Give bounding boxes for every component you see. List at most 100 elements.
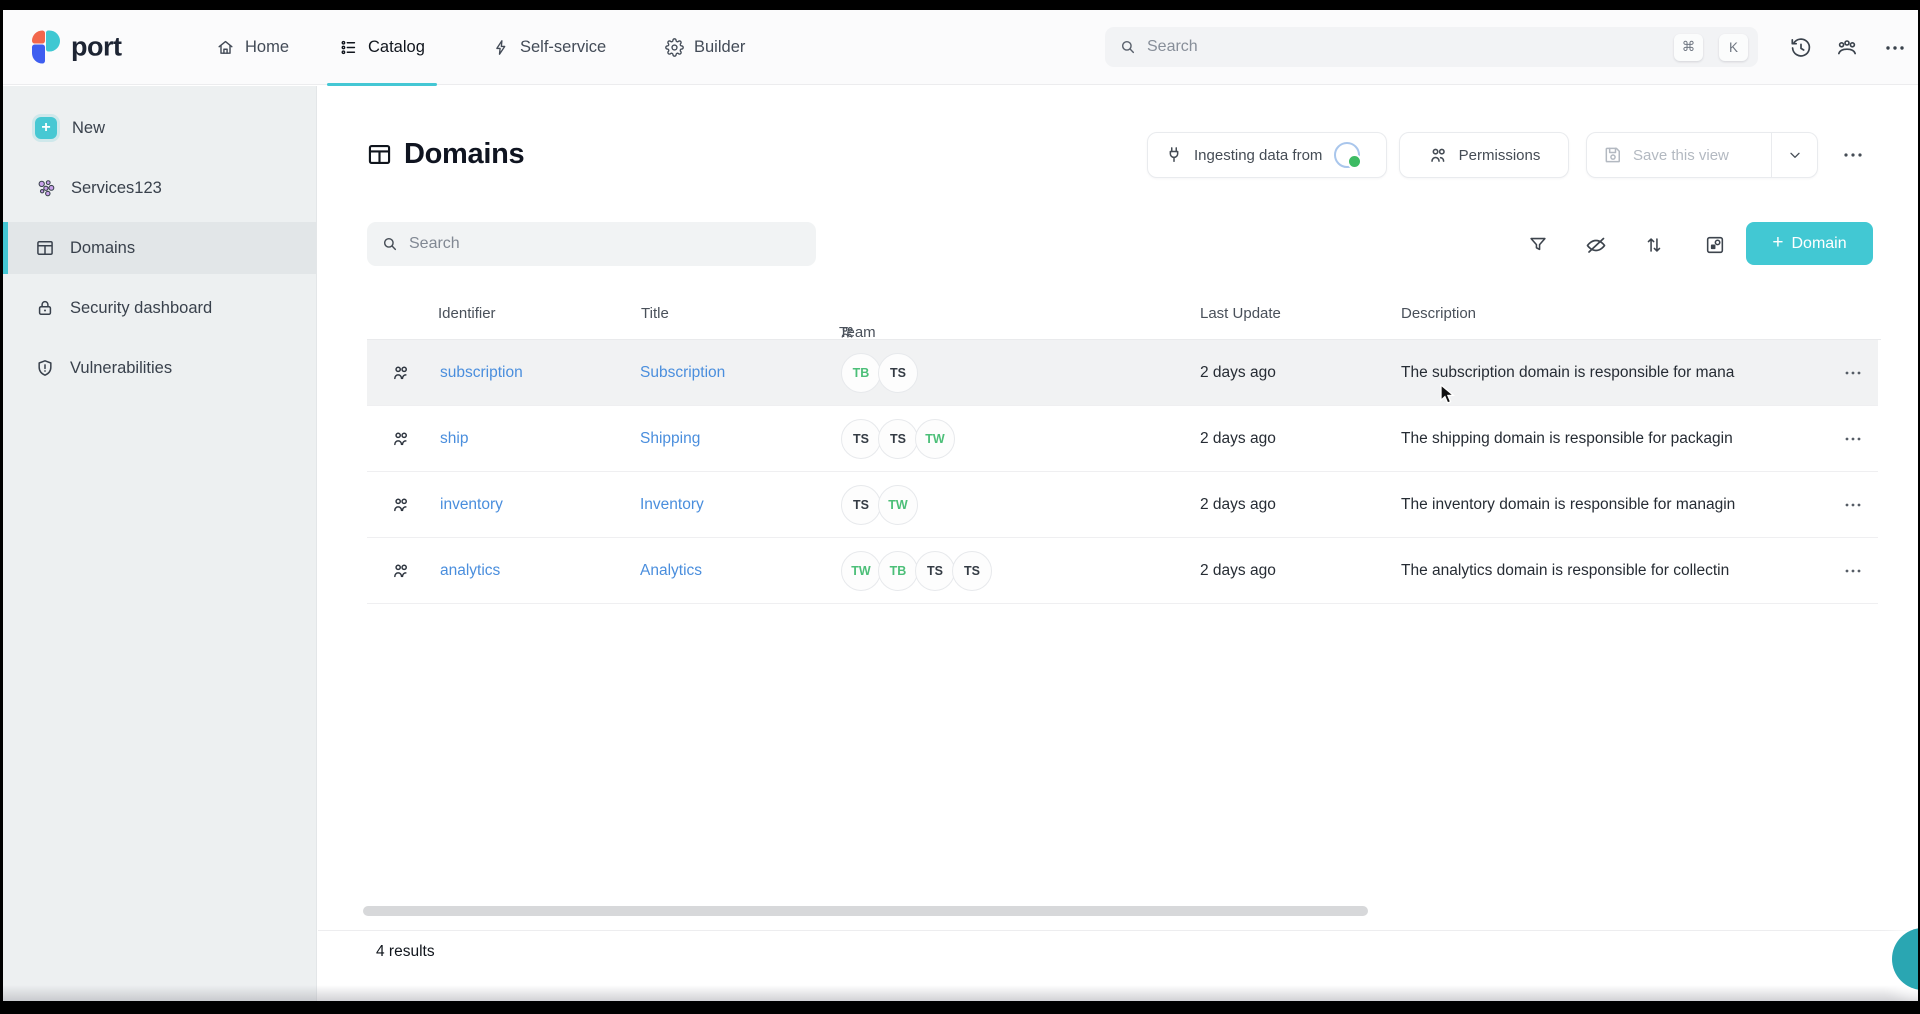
sidebar: + New Services123 Domains [3,86,317,1001]
more-icon [1844,367,1862,379]
nav-catalog[interactable]: Catalog [339,10,425,85]
group-by-button[interactable] [1701,231,1729,259]
nav-home[interactable]: Home [216,10,289,85]
organization-icon[interactable] [1835,36,1859,60]
team-badge[interactable]: TW [878,485,918,525]
last-update-cell: 2 days ago [1200,364,1276,382]
plug-icon [1164,145,1184,165]
table-row[interactable]: inventory Inventory TS TW 2 days ago The… [367,472,1878,538]
horizontal-scrollbar[interactable] [363,906,1368,916]
logo-text: port [71,32,121,63]
nav-self-service[interactable]: Self-service [492,10,606,85]
last-update-cell: 2 days ago [1200,496,1276,514]
add-domain-label: Domain [1791,235,1846,253]
results-count: 4 results [376,943,435,961]
more-icon[interactable] [1884,41,1908,65]
history-icon[interactable] [1789,36,1813,60]
table-grid-icon [35,238,55,258]
global-search-input[interactable] [1147,38,1658,56]
row-more-button[interactable] [1835,358,1871,388]
column-header-title[interactable]: Title [641,305,669,322]
team-badge[interactable]: TS [952,551,992,591]
group-by-icon [1704,234,1726,256]
group-icon [391,429,411,449]
lock-icon [35,298,55,318]
team-badge[interactable]: TB [841,353,881,393]
sort-button[interactable] [1640,231,1668,259]
sidebar-item-label: Domains [70,239,135,258]
ingesting-data-label: Ingesting data from [1194,147,1322,164]
column-header-last-update[interactable]: Last Update [1200,305,1281,322]
more-icon [1844,565,1862,577]
row-more-button[interactable] [1835,556,1871,586]
sidebar-item-new[interactable]: + New [3,102,316,154]
nav-catalog-label: Catalog [368,38,425,57]
team-badge[interactable]: TS [878,353,918,393]
sidebar-item-vulnerabilities[interactable]: Vulnerabilities [3,342,316,394]
title-link[interactable]: Subscription [640,364,725,382]
page-header: Domains [366,138,524,171]
save-icon [1603,145,1623,165]
nav-builder-label: Builder [694,38,745,57]
eye-slash-icon [1584,233,1608,257]
sidebar-item-domains[interactable]: Domains [3,222,316,274]
window-bottom-shadow [3,985,1918,1001]
search-icon [1119,38,1137,56]
table-search-input[interactable] [409,235,802,253]
team-badge[interactable]: TW [915,419,955,459]
group-icon [391,561,411,581]
nav-builder[interactable]: Builder [665,10,745,85]
table-grid-icon [366,141,393,168]
nav-self-service-label: Self-service [520,38,606,57]
team-badges: TB TS [841,353,918,393]
sidebar-item-label: New [72,119,105,138]
permissions-label: Permissions [1459,147,1541,164]
table-row[interactable]: subscription Subscription TB TS 2 days a… [367,340,1878,406]
sidebar-item-security-dashboard[interactable]: Security dashboard [3,282,316,334]
table-row[interactable]: analytics Analytics TW TB TS TS 2 days a… [367,538,1878,604]
row-more-button[interactable] [1835,490,1871,520]
save-view-button[interactable]: Save this view [1587,145,1761,165]
chevron-down-icon [1787,147,1803,163]
team-badge[interactable]: TS [841,485,881,525]
team-badge[interactable]: TW [841,551,881,591]
page-more-button[interactable] [1831,138,1875,172]
description-cell: The shipping domain is responsible for p… [1401,430,1815,448]
port-logo[interactable]: port [32,30,121,65]
save-view-dropdown-button[interactable] [1771,133,1817,177]
team-badge[interactable]: TS [878,419,918,459]
add-domain-button[interactable]: + Domain [1746,222,1873,265]
column-header-identifier[interactable]: Identifier [438,305,496,322]
global-search[interactable]: ⌘ K [1105,27,1758,67]
title-link[interactable]: Shipping [640,430,700,448]
ingesting-data-button[interactable]: Ingesting data from [1147,132,1387,178]
table-row[interactable]: ship Shipping TS TS TW 2 days ago The sh… [367,406,1878,472]
sidebar-item-label: Services123 [71,179,162,198]
description-cell: The analytics domain is responsible for … [1401,562,1815,580]
identifier-link[interactable]: inventory [440,496,503,514]
search-icon [381,235,399,253]
title-link[interactable]: Analytics [640,562,702,580]
sort-arrows-icon [1643,234,1665,256]
plus-square-icon: + [35,117,57,139]
table-search[interactable] [367,222,816,266]
identifier-link[interactable]: analytics [440,562,500,580]
plus-icon: + [1772,233,1783,252]
team-badge[interactable]: TS [841,419,881,459]
identifier-link[interactable]: ship [440,430,468,448]
hide-columns-button[interactable] [1582,231,1610,259]
filter-button[interactable] [1524,231,1552,259]
filter-icon [1527,234,1549,256]
cluster-icon [35,178,56,199]
save-view-label: Save this view [1633,147,1729,164]
identifier-link[interactable]: subscription [440,364,523,382]
team-badge[interactable]: TS [915,551,955,591]
column-header-description[interactable]: Description [1401,305,1476,322]
permissions-button[interactable]: Permissions [1399,132,1569,178]
row-more-button[interactable] [1835,424,1871,454]
title-link[interactable]: Inventory [640,496,704,514]
team-badge[interactable]: TB [878,551,918,591]
group-icon [391,363,411,383]
sidebar-item-services123[interactable]: Services123 [3,162,316,214]
topbar: port Home Catalog Self-service [3,10,1918,85]
